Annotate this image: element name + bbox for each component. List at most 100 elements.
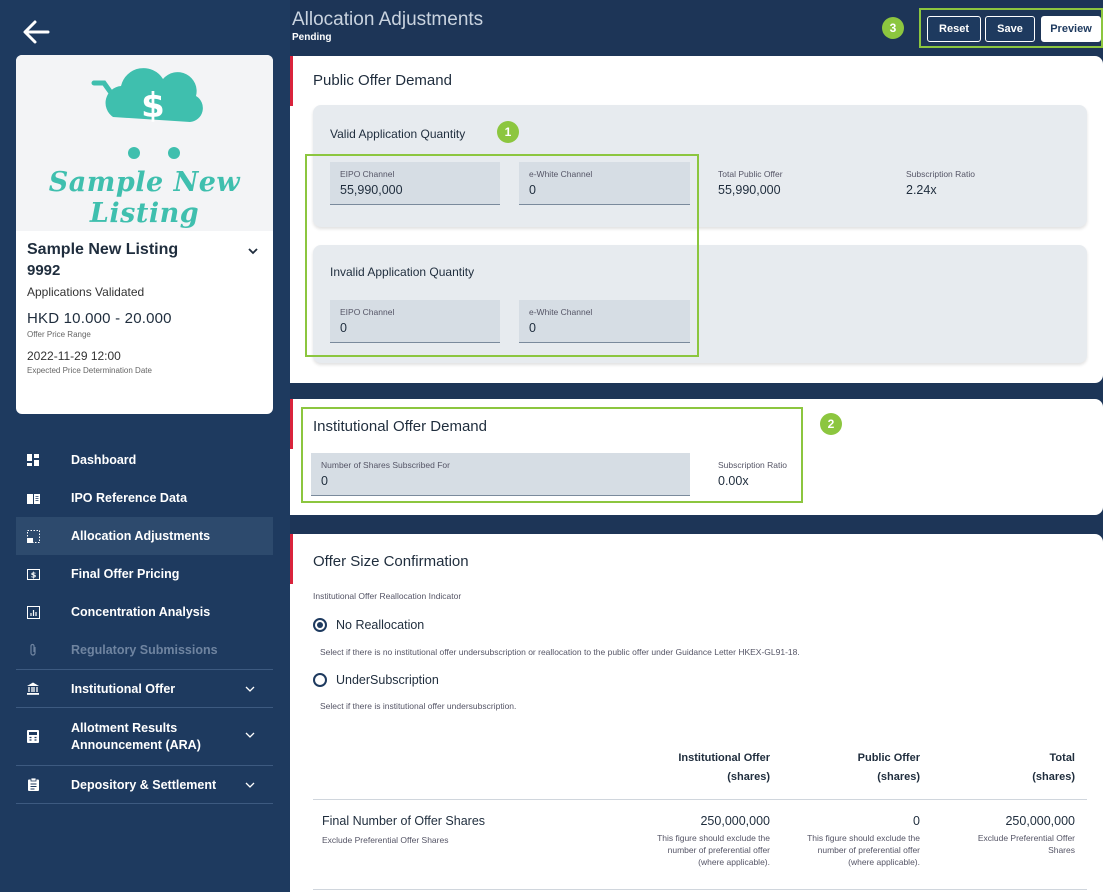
sidebar-item-label: Final Offer Pricing [71, 567, 180, 581]
sidebar-item-label: Concentration Analysis [71, 605, 211, 619]
total-shares-note: Exclude Preferential Offer Shares [940, 832, 1075, 856]
sidebar-item-label: Allocation Adjustments [71, 529, 211, 543]
page-status: Pending [292, 32, 332, 43]
calculator-icon [26, 730, 40, 744]
row-label: Final Number of Offer Shares [322, 814, 486, 828]
note-line: This figure should exclude the [807, 833, 920, 843]
highlight-box-2 [301, 407, 803, 503]
row-sublabel: Exclude Preferential Offer Shares [322, 835, 449, 845]
clipboard-icon [26, 778, 40, 792]
book-icon [26, 491, 40, 505]
total-public-offer-label: Total Public Offer [718, 169, 783, 179]
allocation-icon [26, 529, 40, 543]
price-determination-date-label: Expected Price Determination Date [27, 366, 152, 375]
sidebar-item-allotment-results[interactable]: Allotment Results Announcement (ARA) [16, 707, 273, 765]
col-header-line2: (shares) [727, 771, 770, 783]
sidebar-item-depository-settlement[interactable]: Depository & Settlement [16, 765, 273, 803]
step-badge-3: 3 [882, 17, 904, 39]
subscription-ratio-value: 2.24x [906, 183, 937, 197]
preview-button[interactable]: Preview [1041, 16, 1101, 42]
col-header-institutional: Institutional Offer (shares) [620, 749, 770, 787]
undersubscription-label[interactable]: UnderSubscription [336, 673, 439, 687]
offer-price-range-label: Offer Price Range [27, 330, 91, 339]
step-badge-2: 2 [820, 413, 842, 435]
note-line: This figure should exclude the [657, 833, 770, 843]
sidebar-item-label: Depository & Settlement [71, 777, 217, 792]
col-header-line2: (shares) [1032, 771, 1075, 783]
bank-icon [26, 682, 40, 696]
public-shares-value: 0 [913, 814, 920, 828]
table-divider [313, 799, 1087, 800]
sidebar-item-label: IPO Reference Data [71, 491, 188, 505]
cloud-cart-icon: $ [91, 68, 203, 159]
col-header-line2: (shares) [877, 771, 920, 783]
sidebar-item-ipo-reference-data[interactable]: IPO Reference Data [16, 479, 273, 517]
sidebar-item-label: Dashboard [71, 453, 137, 467]
note-line: number of preferential offer [817, 845, 920, 855]
note-line: (where applicable). [698, 857, 770, 867]
svg-text:$: $ [141, 86, 165, 126]
no-reallocation-label[interactable]: No Reallocation [336, 618, 424, 632]
sidebar-item-dashboard[interactable]: Dashboard [16, 441, 273, 479]
chevron-down-icon [245, 782, 255, 788]
valid-application-title: Valid Application Quantity [330, 127, 466, 141]
page-title: Allocation Adjustments [292, 9, 484, 30]
sidebar-item-label-line2: Announcement (ARA) [71, 737, 201, 752]
undersubscription-radio[interactable] [313, 673, 327, 687]
nav-divider [16, 803, 273, 804]
listing-status: Applications Validated [27, 285, 145, 299]
step-badge-1: 1 [497, 121, 519, 143]
note-line: number of preferential offer [667, 845, 770, 855]
chevron-down-icon[interactable] [247, 245, 259, 257]
sidebar: $ Sample New Listing Sample New Listing … [0, 0, 290, 892]
subscription-ratio-label: Subscription Ratio [906, 169, 975, 179]
public-offer-panel: Public Offer Demand Valid Application Qu… [290, 56, 1103, 383]
col-header-line1: Total [1049, 752, 1075, 764]
total-public-offer-value: 55,990,000 [718, 183, 781, 197]
sidebar-item-label: Regulatory Submissions [71, 643, 218, 657]
col-header-total: Total (shares) [940, 749, 1075, 787]
public-shares-note: This figure should exclude the number of … [770, 832, 920, 868]
stock-code: 9992 [27, 262, 61, 279]
logo-text: Sample New Listing [48, 167, 241, 229]
note-line: (where applicable). [848, 857, 920, 867]
sidebar-item-concentration-analysis[interactable]: Concentration Analysis [16, 593, 273, 631]
listing-name: Sample New Listing [27, 241, 179, 258]
price-determination-date: 2022-11-29 12:00 [27, 349, 121, 363]
chevron-down-icon [245, 732, 255, 738]
offer-price-range: HKD 10.000 - 20.000 [27, 310, 172, 327]
reallocation-indicator-label: Institutional Offer Reallocation Indicat… [313, 591, 462, 601]
paperclip-icon [26, 643, 40, 657]
sidebar-item-allocation-adjustments[interactable]: Allocation Adjustments [16, 517, 273, 555]
sidebar-nav: Dashboard IPO Reference Data Allocation … [16, 441, 273, 804]
back-arrow-icon[interactable] [18, 14, 54, 50]
sidebar-item-regulatory-submissions: Regulatory Submissions [16, 631, 273, 669]
sidebar-item-institutional-offer[interactable]: Institutional Offer [16, 669, 273, 707]
table-divider [313, 889, 1087, 890]
highlight-box-1 [305, 154, 699, 357]
col-header-line1: Institutional Offer [678, 752, 770, 764]
listing-card: $ Sample New Listing Sample New Listing … [16, 55, 273, 414]
note-line: Shares [1048, 845, 1075, 855]
note-line: Exclude Preferential Offer [977, 833, 1075, 843]
svg-text:$: $ [30, 570, 36, 579]
no-reallocation-description: Select if there is no institutional offe… [320, 647, 800, 657]
chevron-down-icon [245, 686, 255, 692]
save-button[interactable]: Save [985, 16, 1035, 42]
action-button-group: Reset Save Preview [919, 8, 1103, 48]
offer-size-panel: Offer Size Confirmation Institutional Of… [290, 534, 1103, 892]
listing-logo: $ Sample New Listing [16, 55, 273, 231]
sidebar-item-label-line1: Allotment Results [71, 720, 178, 735]
chart-icon [26, 605, 40, 619]
no-reallocation-radio[interactable] [313, 618, 327, 632]
institutional-offer-panel: Institutional Offer Demand Number of Sha… [290, 399, 1103, 515]
institutional-shares-value: 250,000,000 [700, 814, 770, 828]
public-offer-title: Public Offer Demand [313, 72, 452, 89]
sidebar-item-final-offer-pricing[interactable]: $ Final Offer Pricing [16, 555, 273, 593]
undersubscription-description: Select if there is institutional offer u… [320, 701, 517, 711]
dashboard-icon [26, 453, 40, 467]
col-header-line1: Public Offer [857, 752, 920, 764]
col-header-public: Public Offer (shares) [790, 749, 920, 787]
sidebar-item-label: Institutional Offer [71, 681, 176, 696]
reset-button[interactable]: Reset [927, 16, 981, 42]
